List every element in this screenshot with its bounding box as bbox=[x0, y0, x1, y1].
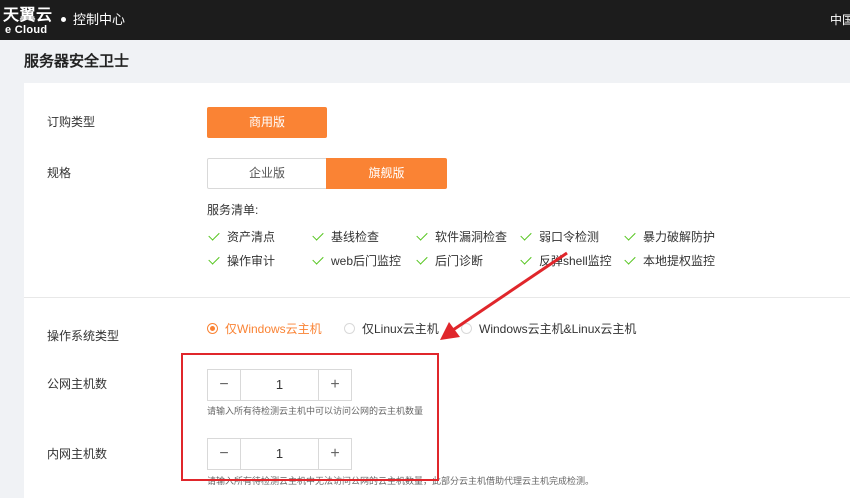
purchase-type-label: 订购类型 bbox=[47, 115, 96, 129]
radio-selected-icon bbox=[207, 323, 218, 334]
spec-flagship-button[interactable]: 旗舰版 bbox=[326, 158, 447, 189]
service-item: 弱口令检测 bbox=[520, 229, 599, 245]
service-item: 本地提权监控 bbox=[624, 253, 715, 269]
separator-dot-icon bbox=[61, 17, 66, 22]
check-icon bbox=[624, 229, 636, 241]
check-icon bbox=[520, 229, 532, 241]
radio-empty-icon bbox=[344, 323, 355, 334]
service-item: 后门诊断 bbox=[416, 253, 483, 269]
public-hosts-label: 公网主机数 bbox=[47, 377, 108, 391]
radio-empty-icon bbox=[461, 323, 472, 334]
service-item: web后门监控 bbox=[312, 253, 401, 269]
check-icon bbox=[208, 229, 220, 241]
check-icon bbox=[624, 253, 636, 265]
section-divider bbox=[24, 297, 850, 298]
service-item: 暴力破解防护 bbox=[624, 229, 715, 245]
spec-label: 规格 bbox=[47, 166, 72, 180]
check-icon bbox=[416, 253, 428, 265]
top-bar: 天翼云 e Cloud 控制中心 中国 bbox=[0, 0, 850, 40]
os-linux-only-radio[interactable]: 仅Linux云主机 bbox=[344, 321, 439, 337]
os-windows-only-radio[interactable]: 仅Windows云主机 bbox=[207, 321, 322, 337]
check-icon bbox=[520, 253, 532, 265]
service-list-title: 服务清单: bbox=[207, 203, 259, 217]
logo-en-text: e Cloud bbox=[5, 24, 48, 36]
private-hosts-label: 内网主机数 bbox=[47, 447, 108, 461]
region-selector[interactable]: 中国 bbox=[830, 12, 850, 28]
console-link[interactable]: 控制中心 bbox=[73, 12, 125, 28]
service-item: 软件漏洞检查 bbox=[416, 229, 507, 245]
ecloud-logo[interactable]: 天翼云 e Cloud bbox=[3, 7, 55, 36]
annotation-highlight-box bbox=[181, 353, 439, 481]
os-windows-linux-radio[interactable]: Windows云主机&Linux云主机 bbox=[461, 321, 636, 337]
service-item: 反弹shell监控 bbox=[520, 253, 612, 269]
check-icon bbox=[312, 253, 324, 265]
logo-cn-text: 天翼云 bbox=[3, 7, 53, 24]
service-item: 基线检查 bbox=[312, 229, 379, 245]
os-type-label: 操作系统类型 bbox=[47, 329, 120, 343]
purchase-type-commercial-button[interactable]: 商用版 bbox=[207, 107, 327, 138]
check-icon bbox=[416, 229, 428, 241]
check-icon bbox=[312, 229, 324, 241]
spec-enterprise-button[interactable]: 企业版 bbox=[207, 158, 327, 189]
page-title: 服务器安全卫士 bbox=[24, 53, 130, 70]
check-icon bbox=[208, 253, 220, 265]
service-item: 资产清点 bbox=[208, 229, 275, 245]
service-item: 操作审计 bbox=[208, 253, 275, 269]
